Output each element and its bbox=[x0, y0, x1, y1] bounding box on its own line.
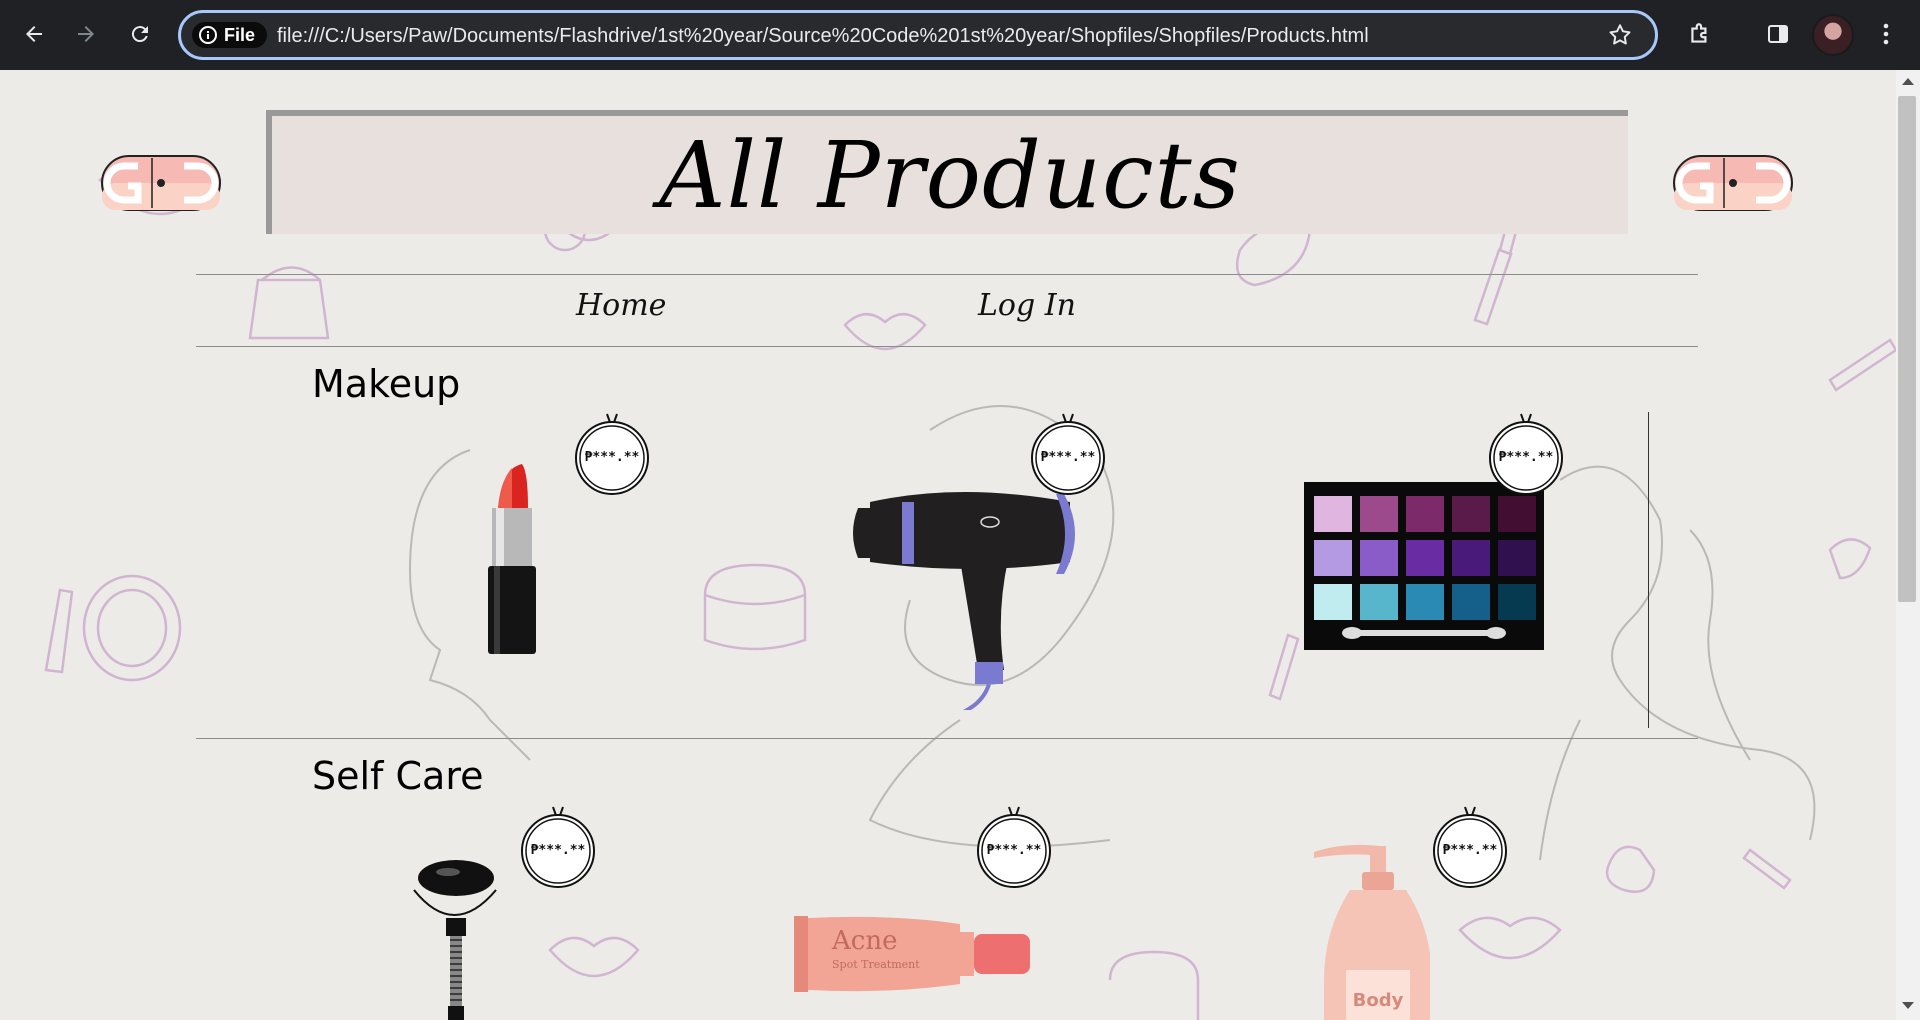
page-content: All Products Home Log In Makeup ₱***.** bbox=[0, 70, 1896, 1020]
scrollbar-thumb[interactable] bbox=[1898, 96, 1916, 602]
logo-right bbox=[1673, 155, 1793, 211]
extensions-icon bbox=[1691, 23, 1707, 43]
section-title-makeup: Makeup bbox=[312, 362, 461, 406]
price-text: ₱***.** bbox=[1442, 843, 1498, 858]
extensions-button[interactable] bbox=[1680, 14, 1720, 54]
reload-icon bbox=[131, 26, 148, 43]
bookmark-button[interactable] bbox=[1607, 22, 1633, 52]
product-jade-roller[interactable] bbox=[410, 860, 500, 1020]
price-tag-jade-roller: ₱***.** bbox=[520, 803, 596, 893]
back-button[interactable] bbox=[14, 14, 54, 54]
avatar[interactable] bbox=[1812, 14, 1854, 56]
price-text: ₱***.** bbox=[584, 450, 640, 465]
product-lipstick[interactable] bbox=[482, 460, 542, 660]
section-divider bbox=[196, 738, 1698, 739]
site-info-chip[interactable]: File bbox=[192, 22, 268, 48]
side-panel-button[interactable] bbox=[1758, 14, 1798, 54]
lotion-label: Body bbox=[1352, 990, 1404, 1011]
price-tag-lipstick: ₱***.** bbox=[574, 410, 650, 500]
logo-left bbox=[101, 155, 221, 211]
product-eyeshadow-palette[interactable] bbox=[1304, 482, 1544, 650]
price-text: ₱***.** bbox=[530, 843, 586, 858]
nav-home-link[interactable]: Home bbox=[576, 288, 666, 323]
chip-label: File bbox=[224, 24, 256, 45]
menu-icon bbox=[1883, 23, 1889, 45]
price-text: ₱***.** bbox=[1498, 450, 1554, 465]
forward-icon bbox=[78, 26, 94, 42]
reload-button[interactable] bbox=[120, 14, 160, 54]
price-text: ₱***.** bbox=[986, 843, 1042, 858]
star-icon bbox=[1609, 24, 1631, 45]
url-text[interactable]: file:///C:/Users/Paw/Documents/Flashdriv… bbox=[277, 25, 1369, 48]
forward-button[interactable] bbox=[66, 14, 106, 54]
column-divider bbox=[1648, 412, 1649, 728]
info-icon bbox=[199, 26, 217, 44]
nav-divider-top bbox=[196, 274, 1698, 275]
product-body-lotion[interactable]: Body bbox=[1310, 840, 1430, 1020]
product-hair-dryer[interactable] bbox=[850, 480, 1080, 710]
price-tag-eyeshadow: ₱***.** bbox=[1488, 410, 1564, 500]
scroll-up-icon[interactable] bbox=[1902, 78, 1914, 85]
price-tag-acne-cream: ₱***.** bbox=[976, 803, 1052, 893]
price-tag-hair-dryer: ₱***.** bbox=[1030, 410, 1106, 500]
sidepanel-icon bbox=[1768, 25, 1788, 43]
page-header-banner: All Products bbox=[266, 110, 1628, 234]
acne-label: Acne bbox=[832, 926, 898, 956]
back-icon bbox=[26, 26, 42, 42]
section-title-self-care: Self Care bbox=[312, 754, 484, 798]
scroll-down-icon[interactable] bbox=[1902, 1002, 1914, 1009]
page-title: All Products bbox=[659, 122, 1241, 229]
nav-login-link[interactable]: Log In bbox=[978, 288, 1076, 323]
price-tag-body-lotion: ₱***.** bbox=[1432, 803, 1508, 893]
price-text: ₱***.** bbox=[1040, 450, 1096, 465]
browser-toolbar: File file:///C:/Users/Paw/Documents/Flas… bbox=[0, 0, 1920, 70]
menu-button[interactable] bbox=[1866, 14, 1906, 54]
acne-tube-shape bbox=[794, 916, 1030, 992]
address-bar[interactable]: File file:///C:/Users/Paw/Documents/Flas… bbox=[178, 10, 1658, 60]
acne-sublabel: Spot Treatment bbox=[832, 958, 920, 971]
product-acne-cream[interactable]: Acne Spot Treatment bbox=[794, 912, 1032, 1002]
nav-divider-bottom bbox=[196, 346, 1698, 347]
